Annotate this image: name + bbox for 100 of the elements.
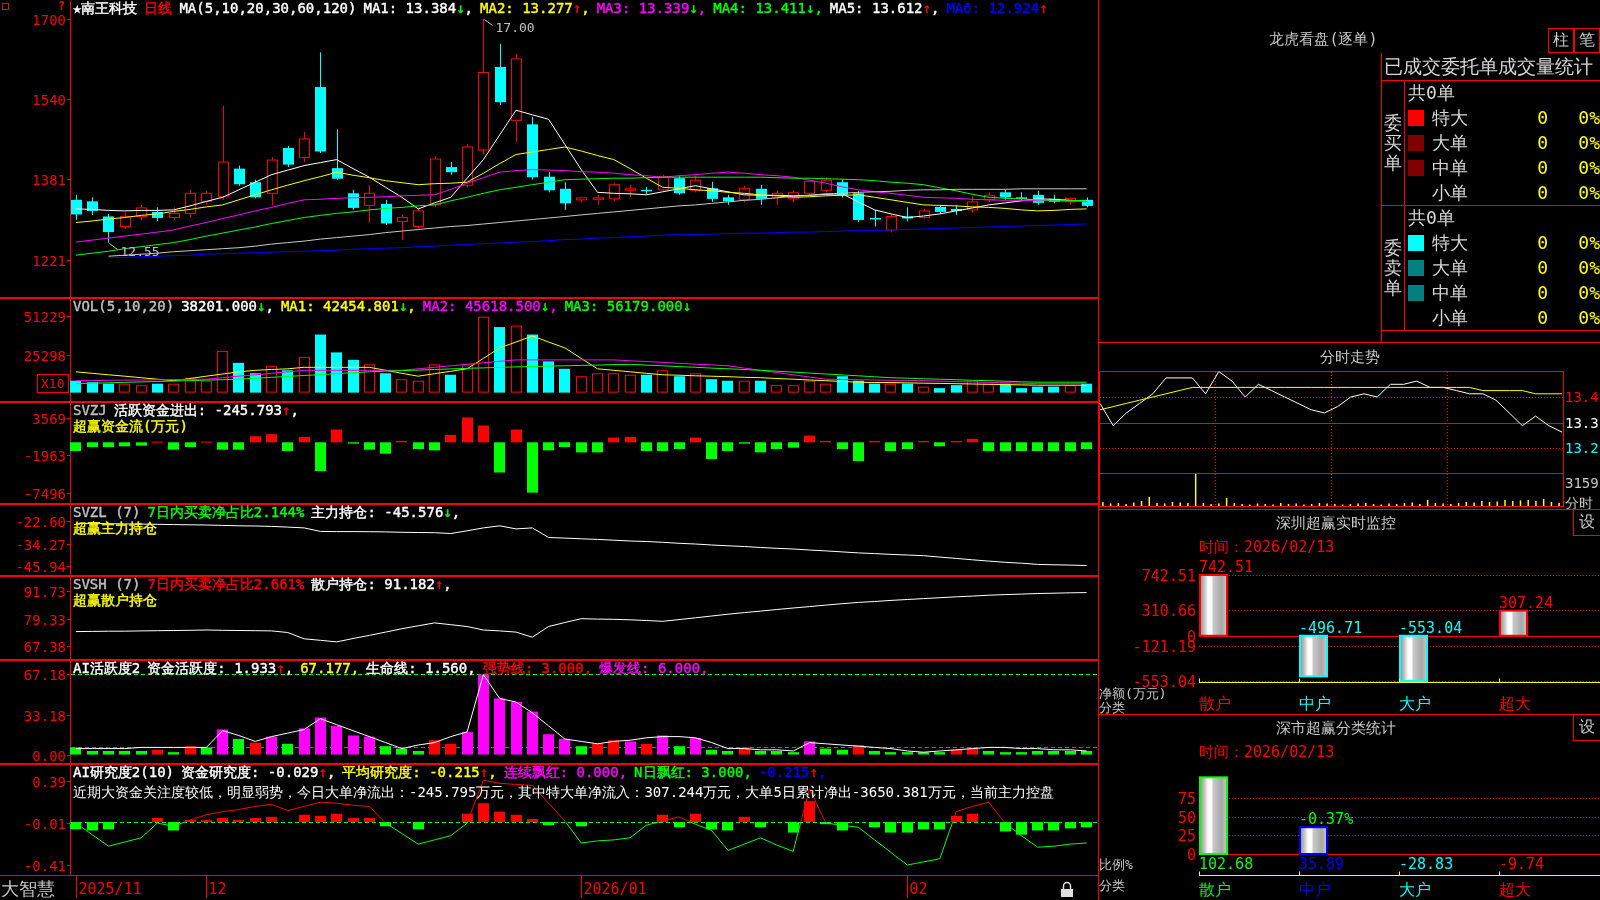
y-tick-label: -7496	[23, 485, 66, 502]
panel-title: 龙虎看盘(逐单)	[1268, 30, 1379, 50]
order-percent: 0%	[1577, 232, 1600, 253]
y-tick-label: 67.38	[23, 638, 66, 655]
y-tick-label: 3569	[32, 410, 66, 427]
order-percent: 0%	[1577, 282, 1600, 303]
order-percent: 0%	[1577, 182, 1600, 203]
order-count: 0	[1536, 182, 1548, 203]
panel-title: 分时走势	[1319, 347, 1380, 367]
legend-item: 平均研究度: -0.215↑,	[342, 765, 497, 779]
unit-label: X10	[37, 374, 69, 393]
legend-item: MA1: 42454.801↓,	[280, 299, 416, 313]
order-type: 中单	[1432, 280, 1469, 305]
y-tick-label: 51229	[23, 308, 66, 325]
y-tick-label: 79.33	[23, 611, 66, 628]
indicator-caption: 超赢资金流(万元)	[73, 418, 188, 434]
order-type: 中单	[1432, 155, 1469, 180]
order-count: 0	[1536, 232, 1548, 253]
legend-item: MA3: 13.339↓,	[596, 1, 707, 15]
legend-item: N日飘红: 3.000,	[634, 765, 752, 779]
y-tick-label: 1381	[32, 171, 66, 188]
y-tick-label: 0.39	[32, 773, 66, 790]
y-tick-label: -45.94	[15, 558, 66, 575]
panel-title: 深市超赢分类统计	[1276, 718, 1396, 738]
legend-item: MA1: 13.384↓,	[363, 1, 474, 15]
group-label: 委买单	[1384, 113, 1402, 173]
y-tick-label: -1963	[23, 447, 66, 464]
order-type: 大单	[1432, 130, 1469, 155]
axis-title: 分类	[1099, 878, 1125, 893]
y-tick-label: -34.27	[15, 536, 66, 553]
y-tick-label: -0.41	[23, 857, 66, 874]
legend-item: 7日内买卖净占比2.144%	[147, 505, 305, 519]
legend-item: 活跃资金进出: -245.793↑,	[113, 403, 299, 417]
legend-item: AI活跃度2	[73, 661, 141, 675]
legend-item: 38201.000↓,	[181, 299, 274, 313]
date-label: 2025/11	[78, 880, 142, 898]
order-type: 特大	[1432, 105, 1469, 130]
order-type: 特大	[1432, 230, 1469, 255]
y-tick-label: 1221	[32, 252, 66, 269]
y-tick-label: 33.18	[23, 707, 66, 724]
order-total: 共0单	[1408, 82, 1455, 103]
y-tick-label: 67.18	[23, 666, 66, 683]
legend-item: AI研究度2(10)	[73, 765, 174, 779]
y-tick-label: 13.2	[1565, 440, 1599, 456]
legend-item: 爆发线: 6.000,	[599, 661, 709, 675]
chart-mode-label: 分时	[1565, 495, 1593, 509]
legend-item: 生命线: 1.560,	[366, 661, 476, 675]
order-count: 0	[1536, 157, 1548, 178]
legend-item: 资金研究度: -0.029↑,	[181, 765, 336, 779]
panel-title: 深圳超赢实时监控	[1276, 513, 1396, 533]
y-tick-label: 310.66	[1141, 601, 1196, 620]
time-label: 时间：2026/02/13	[1199, 537, 1335, 557]
legend-item: SVZL (7)	[73, 505, 141, 519]
y-tick-label: 75	[1177, 789, 1196, 808]
legend-item: 67.177,	[300, 661, 360, 675]
y-tick-label: 0.00	[32, 747, 66, 764]
scale-label: 3159	[1565, 475, 1599, 491]
y-tick-label: -0.01	[23, 815, 66, 832]
y-tick-label: 742.51	[1141, 566, 1196, 585]
y-tick-label: 13.3	[1565, 414, 1599, 431]
order-percent: 0%	[1577, 307, 1600, 328]
order-percent: 0%	[1577, 157, 1600, 178]
date-label: 12	[208, 880, 227, 898]
legend-item: SVSH (7)	[73, 577, 141, 591]
brand-name: 大智慧	[1, 878, 55, 899]
legend-item: 日线	[144, 1, 173, 15]
y-tick-label: 91.73	[23, 583, 66, 600]
order-count: 0	[1536, 132, 1548, 153]
annotation: 17.00	[495, 19, 535, 35]
legend-item: -0.215↑,	[758, 765, 827, 779]
table-title: 已成交委托单成交量统计	[1382, 53, 1600, 81]
order-percent: 0%	[1577, 132, 1600, 153]
order-count: 0	[1536, 257, 1548, 278]
legend-item: MA5: 13.612↑,	[829, 1, 940, 15]
y-tick-label: 25	[1177, 826, 1196, 845]
legend-item: MA(5,10,20,30,60,120)	[179, 1, 357, 15]
time-label: 时间：2026/02/13	[1199, 742, 1335, 762]
group-label: 委卖单	[1384, 238, 1402, 298]
legend-item: 主力持仓: -45.576↓,	[311, 505, 461, 519]
order-count: 0	[1536, 307, 1548, 328]
legend-item: MA4: 13.411↓,	[713, 1, 823, 15]
value-label: -553.04	[1399, 618, 1463, 637]
indicator-caption: 超赢散户持仓	[73, 592, 157, 608]
legend-item: SVZJ	[73, 403, 107, 417]
order-count: 0	[1536, 107, 1548, 128]
indicator-caption: 超赢主力持仓	[73, 520, 157, 536]
legend-item: MA2: 45618.500↓,	[422, 299, 558, 313]
y-tick-label: 1540	[32, 91, 66, 108]
y-tick-label: 25298	[23, 347, 66, 364]
legend-item: 资金活跃度: 1.933↑,	[147, 661, 294, 675]
value-label: 742.51	[1199, 558, 1254, 576]
y-tick-label: 50	[1177, 808, 1196, 827]
axis-title: 比例%	[1099, 857, 1133, 872]
order-total: 共0单	[1408, 207, 1455, 228]
axis-title: 分类	[1099, 700, 1125, 714]
legend-item: MA3: 56179.000↓	[564, 299, 692, 313]
order-percent: 0%	[1577, 257, 1600, 278]
order-type: 小单	[1432, 180, 1469, 205]
legend-item: VOL(5,10,20)	[73, 299, 175, 313]
legend-item: 散户持仓: 91.182↑,	[311, 577, 452, 591]
